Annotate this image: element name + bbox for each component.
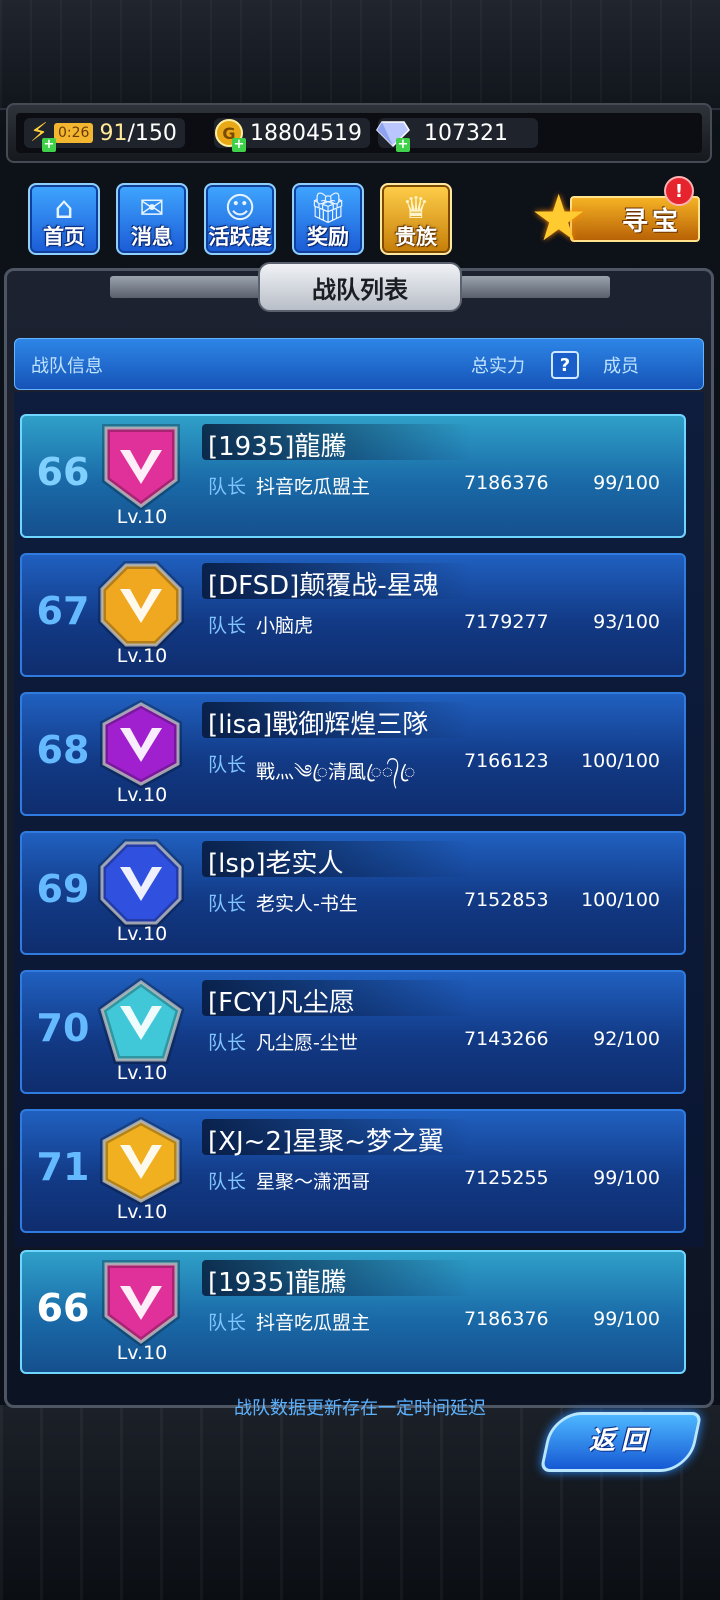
team-power: 7186376 <box>464 472 549 494</box>
captain-label: 队长 <box>208 615 247 637</box>
nav-message-button[interactable]: ✉ 消息 <box>116 183 188 255</box>
team-name: [1935]龍騰 <box>208 432 347 462</box>
title-wing-right <box>460 276 610 298</box>
team-emblem-icon <box>98 1117 184 1205</box>
gold-resource[interactable]: G + 18804519 <box>214 118 370 152</box>
treasure-hunt-button[interactable]: 寻宝 ★ ! <box>530 176 702 256</box>
team-row[interactable]: 68 Lv.10 [lisa]戰御辉煌三隊队长 戰灬༄ꦿ清風ꦿ᭄ꦿ 7166123 100… <box>20 692 686 816</box>
energy-resource[interactable]: ⚡ + 0:26 91/150 <box>24 118 185 152</box>
captain-label: 队长 <box>208 1312 247 1334</box>
team-emblem-icon <box>98 978 184 1066</box>
team-name: [XJ~2]星聚~梦之翼 <box>208 1127 444 1157</box>
team-members: 92/100 <box>593 1028 660 1050</box>
team-power: 7179277 <box>464 611 549 633</box>
team-rank: 69 <box>36 867 90 911</box>
energy-current: 91 <box>99 120 128 146</box>
team-rank: 66 <box>36 450 90 494</box>
team-name: [FCY]凡尘愿 <box>208 988 355 1018</box>
title-wing-left <box>110 276 260 298</box>
nav-noble-button[interactable]: ♛ 贵族 <box>380 183 452 255</box>
team-level: Lv.10 <box>116 645 168 667</box>
team-row[interactable]: 70 Lv.10 [FCY]凡尘愿队长 凡尘愿-尘世 7143266 92/100 <box>20 970 686 1094</box>
team-name: [DFSD]颠覆战-星魂 <box>208 571 439 601</box>
diamond-resource[interactable]: + 107321 <box>376 118 538 152</box>
team-level: Lv.10 <box>116 1342 168 1364</box>
add-energy-icon[interactable]: + <box>42 138 56 152</box>
team-power: 7152853 <box>464 889 549 911</box>
captain-name: 星聚～潇洒哥 <box>256 1171 371 1193</box>
star-fighter-icon: ★ <box>530 182 588 256</box>
notification-badge: ! <box>664 176 694 206</box>
team-name: [lisa]戰御辉煌三隊 <box>208 710 429 740</box>
team-level: Lv.10 <box>116 1201 168 1223</box>
team-rank: 67 <box>36 589 90 633</box>
noble-icon: ♛ <box>402 191 430 226</box>
captain-name: 老实人-书生 <box>256 893 358 915</box>
team-level: Lv.10 <box>116 506 168 528</box>
team-members: 100/100 <box>581 889 660 911</box>
team-name: [lsp]老实人 <box>208 849 344 879</box>
captain-name: 抖音吃瓜盟主 <box>256 476 371 498</box>
team-members: 99/100 <box>593 472 660 494</box>
team-row[interactable]: 67 Lv.10 [DFSD]颠覆战-星魂队长 小脑虎 7179277 93/100 <box>20 553 686 677</box>
my-team-row[interactable]: 66 Lv.10 [1935]龍騰队长 抖音吃瓜盟主 7186376 99/100 <box>20 1250 686 1374</box>
captain-name: 抖音吃瓜盟主 <box>256 1312 371 1334</box>
team-row[interactable]: 69 Lv.10 [lsp]老实人队长 老实人-书生 7152853 100/100 <box>20 831 686 955</box>
message-icon: ✉ <box>139 191 165 226</box>
nav-activity-button[interactable]: ☺ 活跃度 <box>204 183 276 255</box>
team-row[interactable]: 66 Lv.10 [1935]龍騰队长 抖音吃瓜盟主 7186376 99/100 <box>20 414 686 538</box>
help-button[interactable]: ? <box>551 351 579 379</box>
team-emblem-icon <box>98 422 184 510</box>
add-diamond-icon[interactable]: + <box>396 138 410 152</box>
captain-label: 队长 <box>208 1032 247 1054</box>
nav-reward-button[interactable]: 🎁︎ 奖励 <box>292 183 364 255</box>
team-rank: 71 <box>36 1145 90 1189</box>
panel-title: 战队列表 <box>258 262 462 312</box>
captain-label: 队长 <box>208 754 247 776</box>
home-icon: ⌂ <box>54 191 74 226</box>
team-power: 7125255 <box>464 1167 549 1189</box>
team-members: 99/100 <box>593 1308 660 1330</box>
header-total-power: 总实力 <box>471 356 525 377</box>
team-level: Lv.10 <box>116 784 168 806</box>
team-power: 7166123 <box>464 750 549 772</box>
list-header: 战队信息 总实力 ? 成员 <box>14 338 704 390</box>
team-row[interactable]: 71 Lv.10 [XJ~2]星聚~梦之翼队长 星聚～潇洒哥 7125255 99/100 <box>20 1109 686 1233</box>
gift-icon: 🎁︎ <box>308 191 348 226</box>
header-team-info: 战队信息 <box>31 356 103 377</box>
team-members: 93/100 <box>593 611 660 633</box>
team-emblem-icon <box>98 839 184 927</box>
team-members: 99/100 <box>593 1167 660 1189</box>
team-emblem-icon <box>98 700 184 788</box>
team-power: 7186376 <box>464 1308 549 1330</box>
top-mech-decoration <box>0 0 720 110</box>
resource-bar: ⚡ + 0:26 91/150 G + 18804519 + 107321 <box>6 103 712 163</box>
add-gold-icon[interactable]: + <box>232 138 246 152</box>
team-rank: 66 <box>36 1286 90 1330</box>
header-members: 成员 <box>603 356 639 377</box>
captain-label: 队长 <box>208 476 247 498</box>
captain-label: 队长 <box>208 1171 247 1193</box>
team-rank: 68 <box>36 728 90 772</box>
team-power: 7143266 <box>464 1028 549 1050</box>
team-name: [1935]龍騰 <box>208 1268 347 1298</box>
back-button-label: 返回 <box>588 1426 653 1456</box>
energy-timer: 0:26 <box>54 123 94 143</box>
team-emblem-icon <box>98 561 184 649</box>
captain-label: 队长 <box>208 893 247 915</box>
team-members: 100/100 <box>581 750 660 772</box>
energy-max: /150 <box>127 120 177 146</box>
team-emblem-icon <box>98 1258 184 1346</box>
captain-name: 凡尘愿-尘世 <box>256 1032 358 1054</box>
activity-icon: ☺ <box>224 191 256 226</box>
team-level: Lv.10 <box>116 923 168 945</box>
nav-home-button[interactable]: ⌂ 首页 <box>28 183 100 255</box>
captain-name: 戰灬༄ꦿ清風ꦿ᭄ꦿ <box>256 761 416 783</box>
team-rank: 70 <box>36 1006 90 1050</box>
captain-name: 小脑虎 <box>256 615 314 637</box>
team-level: Lv.10 <box>116 1062 168 1084</box>
